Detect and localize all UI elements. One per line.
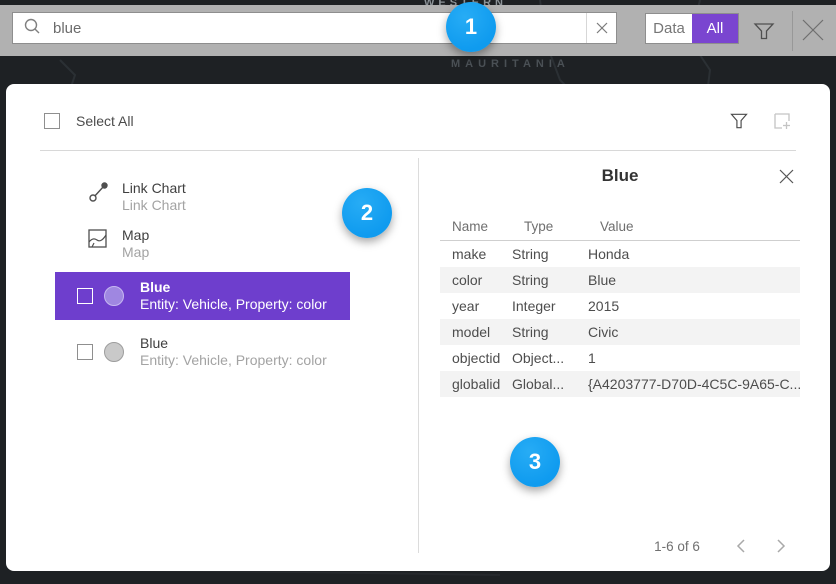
- scope-data-button[interactable]: Data: [646, 14, 692, 43]
- result-item-blue-selected[interactable]: Blue Entity: Vehicle, Property: color: [55, 272, 350, 320]
- cell-type: String: [512, 246, 588, 262]
- cell-name: make: [440, 246, 512, 262]
- cell-type: Global...: [512, 376, 588, 392]
- search-toolbar: Data All: [0, 5, 836, 56]
- close-x-icon: [799, 16, 827, 44]
- result-subtitle: Entity: Vehicle, Property: color: [140, 296, 327, 312]
- scope-toggle: Data All: [645, 13, 739, 44]
- cell-value: Honda: [588, 246, 800, 262]
- toolbar-filter-button[interactable]: [752, 19, 776, 48]
- map-icon: [88, 229, 107, 253]
- result-title: Link Chart: [122, 180, 186, 196]
- result-item-blue[interactable]: Blue Entity: Vehicle, Property: color: [55, 328, 350, 376]
- search-results-panel: Select All Link Chart Link Chart: [6, 84, 830, 571]
- toolbar-close-button[interactable]: [799, 16, 827, 49]
- result-checkbox[interactable]: [77, 288, 93, 304]
- result-subtitle: Link Chart: [122, 197, 186, 213]
- result-checkbox[interactable]: [77, 344, 93, 360]
- annotation-circle-1: 1: [446, 2, 496, 52]
- cell-value: 1: [588, 350, 800, 366]
- select-all-checkbox[interactable]: [44, 113, 60, 129]
- search-input[interactable]: [41, 20, 586, 37]
- select-all-label: Select All: [76, 113, 134, 129]
- cell-type: Object...: [512, 350, 588, 366]
- close-x-icon: [778, 168, 795, 185]
- cell-value: 2015: [588, 298, 800, 314]
- clear-x-icon: [596, 22, 608, 34]
- table-row: model String Civic: [440, 319, 800, 345]
- annotation-circle-2: 2: [342, 188, 392, 238]
- cell-name: year: [440, 298, 512, 314]
- table-row: year Integer 2015: [440, 293, 800, 319]
- cell-type: String: [512, 324, 588, 340]
- filter-funnel-icon: [752, 19, 776, 43]
- filter-funnel-icon: [729, 111, 749, 131]
- link-chart-icon: [88, 181, 110, 208]
- list-detail-divider: [418, 158, 419, 553]
- search-box[interactable]: [12, 12, 617, 44]
- add-selection-button[interactable]: [771, 110, 793, 137]
- table-row: make String Honda: [440, 241, 800, 267]
- table-row: color String Blue: [440, 267, 800, 293]
- add-selection-icon: [771, 110, 793, 132]
- column-header-name: Name: [452, 219, 488, 234]
- cell-name: model: [440, 324, 512, 340]
- detail-title: Blue: [440, 166, 800, 186]
- search-clear-button[interactable]: [586, 13, 616, 43]
- cell-value: Civic: [588, 324, 800, 340]
- panel-filter-button[interactable]: [729, 111, 749, 136]
- result-title: Blue: [140, 335, 168, 351]
- result-item-map[interactable]: Map Map: [88, 225, 388, 265]
- cell-name: color: [440, 272, 512, 288]
- result-title: Blue: [140, 279, 170, 295]
- header-divider: [40, 150, 796, 151]
- cell-type: Integer: [512, 298, 588, 314]
- attributes-table: make String Honda color String Blue year…: [440, 241, 800, 397]
- cell-type: String: [512, 272, 588, 288]
- toolbar-divider: [792, 11, 793, 51]
- entity-circle-icon: [104, 286, 124, 306]
- table-row: globalid Global... {A4203777-D70D-4C5C-9…: [440, 371, 800, 397]
- cell-value: Blue: [588, 272, 800, 288]
- scope-all-button[interactable]: All: [692, 14, 738, 43]
- result-subtitle: Entity: Vehicle, Property: color: [140, 352, 327, 368]
- column-header-value: Value: [600, 219, 634, 234]
- cell-value: {A4203777-D70D-4C5C-9A65-C...: [588, 376, 800, 392]
- result-subtitle: Map: [122, 244, 149, 260]
- cell-name: globalid: [440, 376, 512, 392]
- map-label-mauritania: MAURITANIA: [451, 58, 570, 70]
- table-row: objectid Object... 1: [440, 345, 800, 371]
- result-title: Map: [122, 227, 149, 243]
- annotation-circle-3: 3: [510, 437, 560, 487]
- pagination-label: 1-6 of 6: [646, 539, 708, 554]
- chevron-right-icon: [776, 539, 786, 553]
- column-header-type: Type: [524, 219, 553, 234]
- detail-close-button[interactable]: [778, 168, 795, 190]
- chevron-left-icon: [736, 539, 746, 553]
- search-icon: [23, 17, 41, 40]
- cell-name: objectid: [440, 350, 512, 366]
- entity-circle-icon: [104, 342, 124, 362]
- pagination-prev-button[interactable]: [731, 536, 751, 556]
- pagination-next-button[interactable]: [771, 536, 791, 556]
